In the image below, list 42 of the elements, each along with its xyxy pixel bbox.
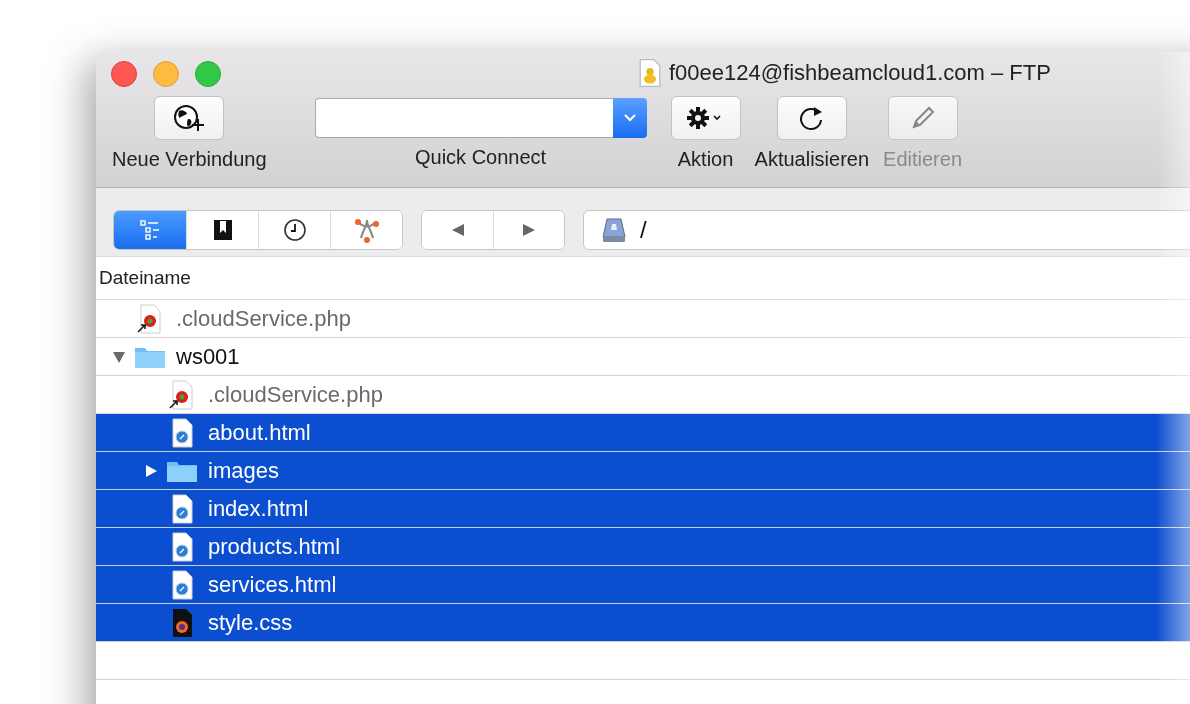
toolbar-button[interactable] xyxy=(154,96,225,140)
file-row[interactable]: services.html xyxy=(96,566,1190,604)
file-name: style.css xyxy=(208,609,293,636)
toolbar-label: Aktion xyxy=(677,148,734,171)
network-nodes-icon xyxy=(352,216,381,244)
globe-plus-icon xyxy=(173,104,206,132)
toolbar-label: Quick Connect xyxy=(415,146,547,169)
file-name: index.html xyxy=(208,495,309,522)
file-name: .cloudService.php xyxy=(208,381,383,408)
toolbar-label: Aktualisieren xyxy=(754,148,870,171)
file-row[interactable]: .cloudService.php xyxy=(96,300,1190,338)
toolbar-label: Neue Verbindung xyxy=(112,148,267,171)
dropdown-button[interactable] xyxy=(612,98,647,138)
drive-icon xyxy=(600,216,628,244)
file-name: images xyxy=(208,457,279,484)
quick-connect-field[interactable] xyxy=(314,98,613,138)
file-name: services.html xyxy=(208,571,337,598)
column-header[interactable]: Dateiname xyxy=(99,267,191,289)
collapsed-triangle-icon[interactable] xyxy=(144,463,158,478)
file-row[interactable]: index.html xyxy=(96,490,1190,528)
file-row[interactable]: style.css xyxy=(96,604,1190,642)
document-icon xyxy=(639,58,661,88)
toolbar-button[interactable] xyxy=(776,96,847,140)
close-button[interactable] xyxy=(111,61,137,87)
chevron-down-icon xyxy=(623,114,636,122)
clock-icon xyxy=(282,218,307,242)
file-row[interactable]: ws001 xyxy=(96,338,1190,376)
outline-list-icon xyxy=(138,218,162,242)
path-field[interactable]: / xyxy=(583,210,1190,250)
file-name: ws001 xyxy=(176,343,240,370)
file-row[interactable]: products.html xyxy=(96,528,1190,566)
toolbar-label: Editieren xyxy=(883,148,963,171)
file-name: products.html xyxy=(208,533,341,560)
expanded-triangle-icon[interactable] xyxy=(112,349,126,364)
forward-button[interactable] xyxy=(493,211,564,249)
forward-triangle-icon xyxy=(521,222,537,238)
file-row[interactable]: images xyxy=(96,452,1190,490)
window-title: f00ee124@fishbeamcloud1.com – FTP xyxy=(669,60,1051,86)
file-name: about.html xyxy=(208,419,311,446)
file-name: .cloudService.php xyxy=(176,305,351,332)
file-row[interactable]: about.html xyxy=(96,414,1190,452)
toolbar-button[interactable] xyxy=(670,96,741,140)
